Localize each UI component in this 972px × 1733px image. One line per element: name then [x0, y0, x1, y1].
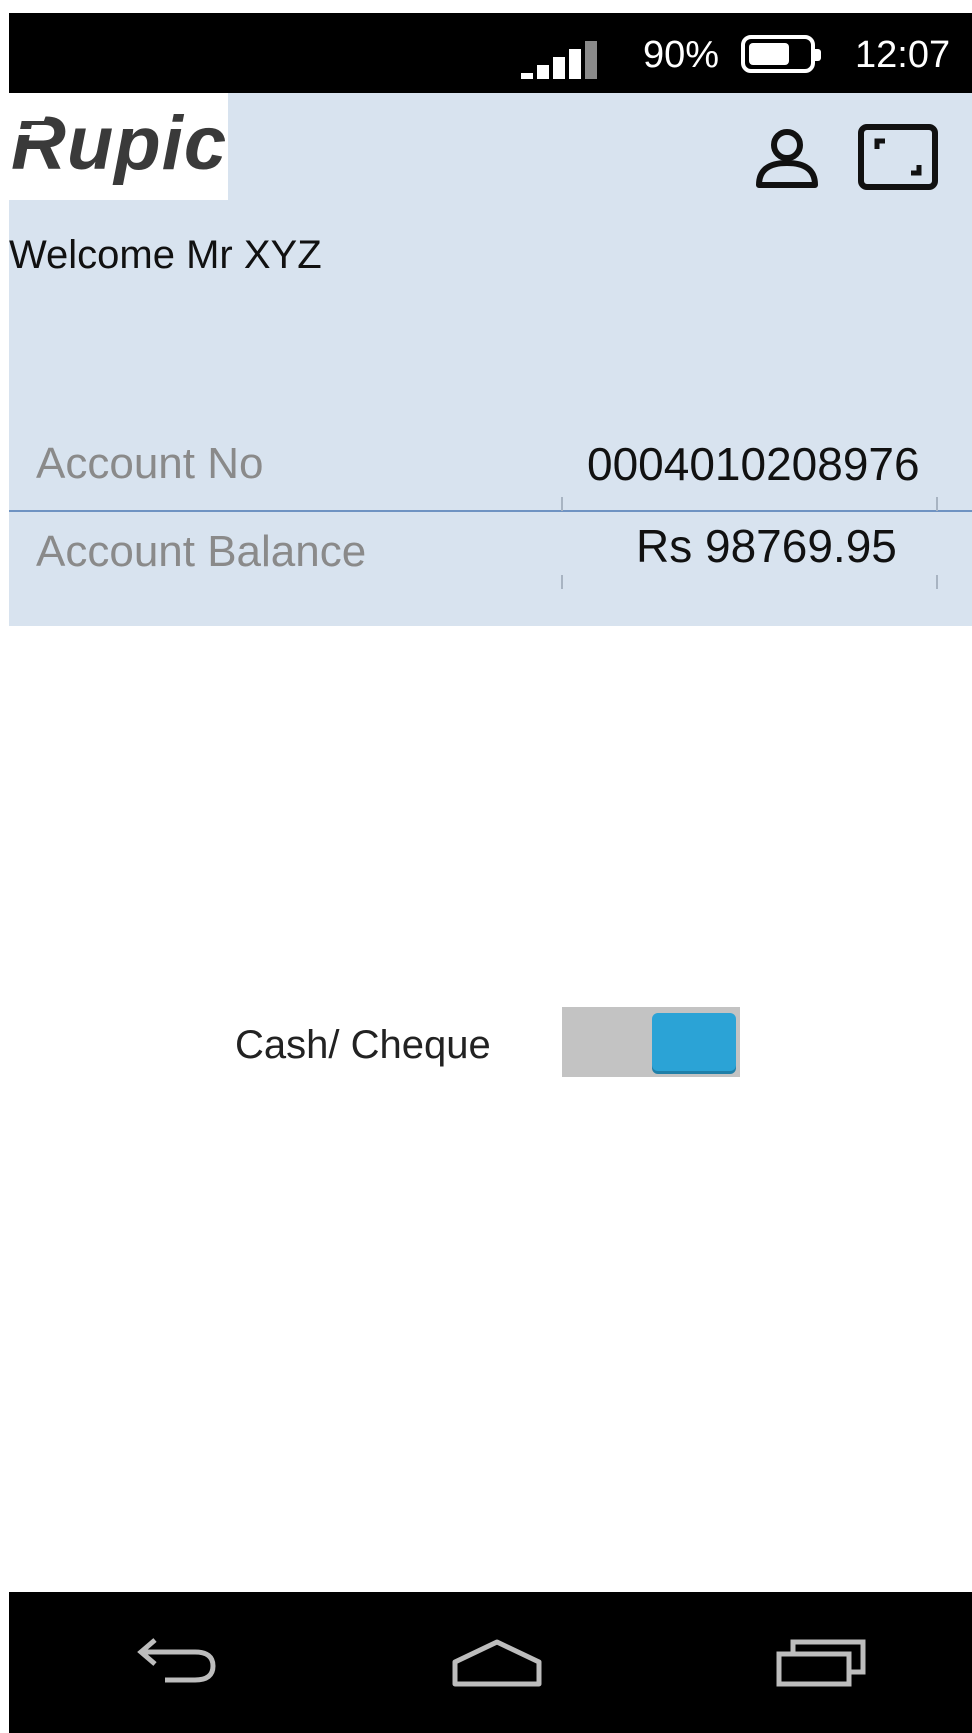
field-tick	[936, 497, 938, 511]
home-icon[interactable]	[449, 1634, 545, 1695]
account-balance-label: Account Balance	[36, 527, 367, 576]
status-bar: 90% 12:07	[9, 13, 972, 93]
battery-percent: 90%	[643, 34, 720, 76]
field-tick	[561, 497, 563, 511]
fullscreen-icon[interactable]	[857, 123, 941, 195]
signal-icon	[521, 39, 605, 79]
battery-icon	[741, 35, 821, 73]
back-icon[interactable]	[125, 1634, 221, 1695]
clock: 12:07	[855, 34, 951, 76]
payment-mode-toggle[interactable]	[562, 1007, 740, 1077]
welcome-text: Welcome Mr XYZ	[9, 233, 322, 277]
account-header: Rupic Welcome Mr XYZ Account No 00040102…	[9, 93, 972, 626]
user-icon[interactable]	[751, 123, 823, 195]
account-number-value: 0004010208976	[587, 438, 920, 490]
rupic-logo: Rupic	[9, 93, 228, 200]
logo-text: Rupic	[11, 101, 228, 186]
field-tick	[936, 575, 938, 589]
app-screen: 90% 12:07 Rupic Welcome Mr XYZ Account N…	[9, 13, 972, 1733]
recents-icon[interactable]	[775, 1634, 871, 1695]
navigation-bar	[9, 1592, 972, 1733]
account-balance-value: Rs 98769.95	[636, 520, 897, 572]
payment-mode-label: Cash/ Cheque	[235, 1023, 491, 1067]
account-number-label: Account No	[36, 439, 264, 488]
field-tick	[561, 575, 563, 589]
toggle-knob[interactable]	[652, 1013, 736, 1071]
account-divider	[9, 510, 972, 512]
